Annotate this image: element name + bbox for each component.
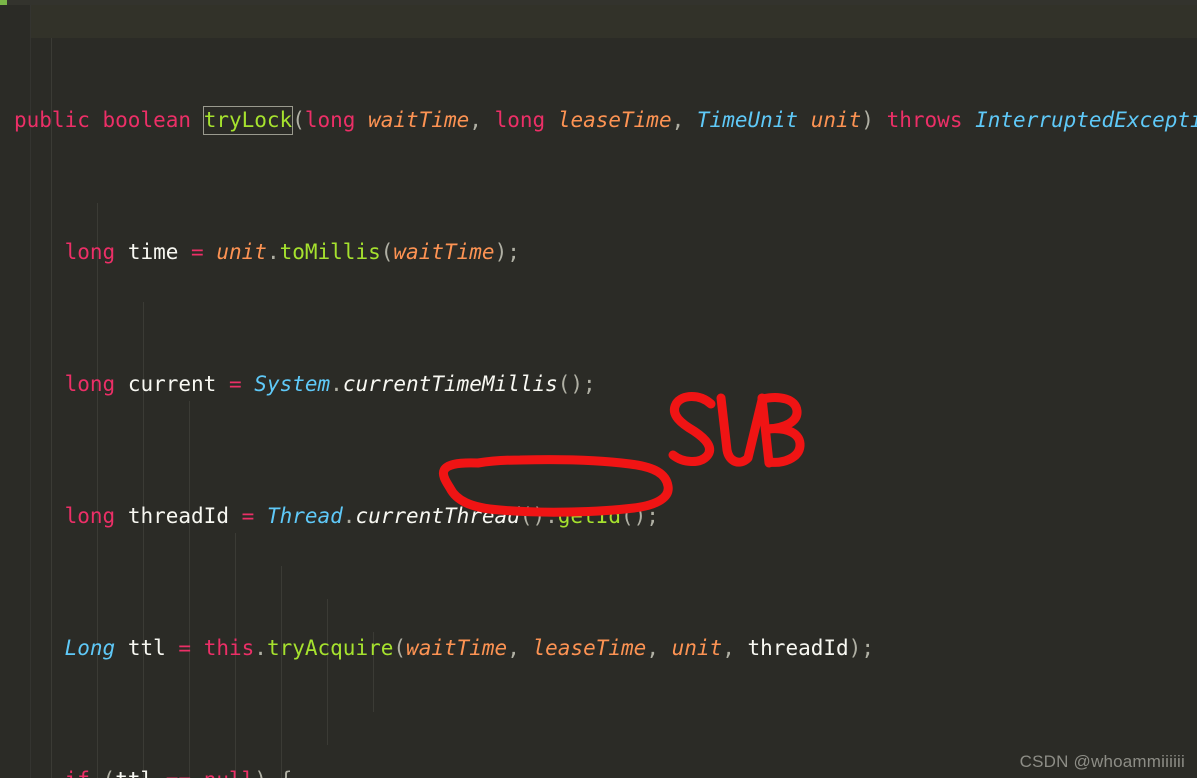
code-line-2: long time = unit.toMillis(waitTime);	[64, 240, 520, 264]
code-line-3: long current = System.currentTimeMillis(…	[64, 372, 596, 396]
code-content[interactable]: public boolean tryLock(long waitTime, lo…	[0, 5, 1197, 778]
code-line-5: Long ttl = this.tryAcquire(waitTime, lea…	[64, 636, 874, 660]
code-line-6: if (ttl == null) {	[0, 764, 1197, 778]
csdn-watermark: CSDN @whoammiiiiii	[1019, 752, 1185, 771]
code-line-4: long threadId = Thread.currentThread().g…	[64, 504, 659, 528]
code-editor-screenshot: public boolean tryLock(long waitTime, lo…	[0, 0, 1197, 778]
code-line-1: public boolean tryLock(long waitTime, lo…	[14, 106, 1197, 135]
search-match-trylock: tryLock	[202, 106, 294, 135]
